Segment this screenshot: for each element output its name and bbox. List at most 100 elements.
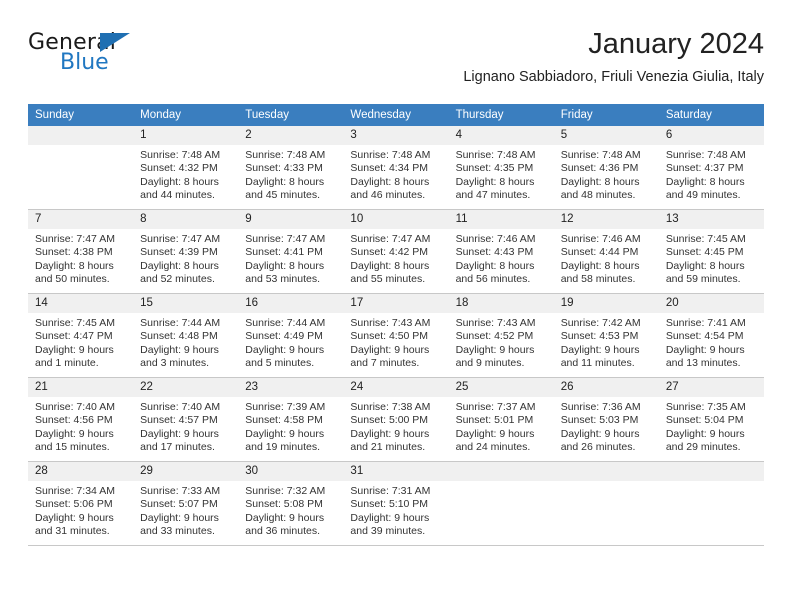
day-number: 22: [133, 378, 239, 397]
calendar-day-cell[interactable]: 19 Sunrise: 7:42 AM Sunset: 4:53 PM Dayligh…: [553, 293, 659, 378]
calendar-cell-empty: [658, 461, 764, 546]
sunset-text: Sunset: 4:58 PM: [245, 414, 323, 427]
day-details: Sunrise: 7:43 AM Sunset: 4:52 PM Daylight:…: [449, 313, 554, 371]
day-number: 31: [343, 462, 449, 481]
calendar-page: General Blue January 2024 Lignano Sabbia…: [0, 0, 792, 612]
page-title: January 2024: [588, 28, 764, 60]
day-details: Sunrise: 7:44 AM Sunset: 4:49 PM Daylight:…: [238, 313, 343, 371]
day-details: Sunrise: 7:31 AM Sunset: 5:10 PM Daylight:…: [343, 481, 448, 539]
title-block: January 2024 Lignano Sabbiadoro, Friuli …: [463, 26, 764, 88]
general-blue-logo[interactable]: General Blue: [28, 30, 208, 88]
calendar-day-cell[interactable]: 12 Sunrise: 7:46 AM Sunset: 4:44 PM Dayligh…: [553, 209, 659, 294]
day-details: Sunrise: 7:40 AM Sunset: 4:57 PM Daylight:…: [133, 397, 238, 455]
day-details: Sunrise: 7:47 AM Sunset: 4:38 PM Daylight:…: [28, 229, 133, 287]
daylight-text: Daylight: 8 hours: [665, 259, 745, 272]
sunset-text: Sunset: 5:04 PM: [665, 414, 744, 427]
calendar-day-cell[interactable]: 15 Sunrise: 7:44 AM Sunset: 4:48 PM Dayligh…: [133, 293, 239, 378]
calendar-day-cell[interactable]: 1 Sunrise: 7:48 AM Sunset: 4:32 PM Daylight…: [133, 126, 239, 210]
sunrise-text: Sunrise: 7:32 AM: [245, 485, 326, 497]
sunset-text: Sunset: 4:42 PM: [350, 246, 429, 259]
calendar-day-cell[interactable]: 26 Sunrise: 7:36 AM Sunset: 5:03 PM Dayligh…: [553, 377, 659, 462]
day-details: Sunrise: 7:39 AM Sunset: 4:58 PM Daylight:…: [238, 397, 343, 455]
daylight-text-cont: and 5 minutes.: [245, 357, 315, 370]
sunrise-text: Sunrise: 7:31 AM: [350, 485, 431, 497]
daylight-text: Daylight: 8 hours: [560, 175, 640, 188]
sunset-text: Sunset: 4:52 PM: [455, 330, 534, 343]
calendar-day-cell[interactable]: 6 Sunrise: 7:48 AM Sunset: 4:37 PM Daylight…: [658, 126, 764, 210]
calendar-day-cell[interactable]: 2 Sunrise: 7:48 AM Sunset: 4:33 PM Daylight…: [238, 126, 344, 210]
calendar-day-cell[interactable]: 31 Sunrise: 7:31 AM Sunset: 5:10 PM Dayligh…: [343, 461, 449, 546]
calendar-day-cell[interactable]: 16 Sunrise: 7:44 AM Sunset: 4:49 PM Dayligh…: [238, 293, 344, 378]
day-number: 7: [28, 210, 134, 229]
daylight-text: Daylight: 8 hours: [455, 175, 535, 188]
day-details: Sunrise: 7:48 AM Sunset: 4:34 PM Daylight:…: [343, 145, 448, 203]
daylight-text: Daylight: 8 hours: [350, 175, 430, 188]
calendar-day-cell[interactable]: 3 Sunrise: 7:48 AM Sunset: 4:34 PM Daylight…: [343, 126, 449, 210]
calendar-day-cell[interactable]: 13 Sunrise: 7:45 AM Sunset: 4:45 PM Dayligh…: [658, 209, 764, 294]
sunrise-text: Sunrise: 7:44 AM: [140, 317, 221, 329]
sunrise-text: Sunrise: 7:45 AM: [665, 233, 746, 245]
daylight-text: Daylight: 9 hours: [350, 511, 430, 524]
calendar-day-cell[interactable]: 7 Sunrise: 7:47 AM Sunset: 4:38 PM Daylight…: [28, 209, 134, 294]
day-details: Sunrise: 7:35 AM Sunset: 5:04 PM Daylight:…: [659, 397, 764, 455]
sunset-text: Sunset: 4:48 PM: [140, 330, 218, 343]
daylight-text: Daylight: 9 hours: [560, 343, 640, 356]
daylight-text: Daylight: 8 hours: [140, 175, 219, 188]
day-number: 25: [448, 378, 554, 397]
calendar-cell-empty: [448, 461, 554, 546]
calendar-day-cell[interactable]: 17 Sunrise: 7:43 AM Sunset: 4:50 PM Dayligh…: [343, 293, 449, 378]
calendar-day-cell[interactable]: 25 Sunrise: 7:37 AM Sunset: 5:01 PM Dayligh…: [448, 377, 554, 462]
sunrise-text: Sunrise: 7:48 AM: [350, 149, 431, 161]
calendar-day-cell[interactable]: 22 Sunrise: 7:40 AM Sunset: 4:57 PM Dayligh…: [133, 377, 239, 462]
day-number: 20: [658, 294, 764, 313]
calendar-day-cell[interactable]: 23 Sunrise: 7:39 AM Sunset: 4:58 PM Dayligh…: [238, 377, 344, 462]
sunset-text: Sunset: 4:36 PM: [560, 162, 639, 175]
calendar-day-cell[interactable]: 10 Sunrise: 7:47 AM Sunset: 4:42 PM Dayligh…: [343, 209, 449, 294]
calendar-day-cell[interactable]: 30 Sunrise: 7:32 AM Sunset: 5:08 PM Dayligh…: [238, 461, 344, 546]
calendar-day-cell[interactable]: 11 Sunrise: 7:46 AM Sunset: 4:43 PM Dayligh…: [448, 209, 554, 294]
daylight-text: Daylight: 9 hours: [455, 427, 535, 440]
sunrise-text: Sunrise: 7:47 AM: [350, 233, 431, 245]
day-details: Sunrise: 7:48 AM Sunset: 4:36 PM Daylight:…: [554, 145, 659, 203]
calendar-day-cell[interactable]: 21 Sunrise: 7:40 AM Sunset: 4:56 PM Dayligh…: [28, 377, 134, 462]
sunrise-text: Sunrise: 7:48 AM: [665, 149, 746, 161]
calendar-day-cell[interactable]: 5 Sunrise: 7:48 AM Sunset: 4:36 PM Daylight…: [553, 126, 659, 210]
day-details: Sunrise: 7:47 AM Sunset: 4:41 PM Daylight:…: [238, 229, 343, 287]
day-number: 10: [343, 210, 449, 229]
calendar-day-cell[interactable]: 18 Sunrise: 7:43 AM Sunset: 4:52 PM Dayligh…: [448, 293, 554, 378]
sunrise-text: Sunrise: 7:48 AM: [560, 149, 641, 161]
calendar-day-cell[interactable]: 29 Sunrise: 7:33 AM Sunset: 5:07 PM Dayligh…: [133, 461, 239, 546]
daylight-text-cont: and 36 minutes.: [245, 525, 320, 538]
daylight-text: Daylight: 9 hours: [35, 511, 114, 524]
weekday-header-monday: Monday: [133, 104, 239, 126]
daylight-text-cont: and 52 minutes.: [140, 273, 215, 286]
sunrise-text: Sunrise: 7:43 AM: [455, 317, 536, 329]
day-number: 21: [28, 378, 134, 397]
calendar-day-cell[interactable]: 4 Sunrise: 7:48 AM Sunset: 4:35 PM Daylight…: [448, 126, 554, 210]
sunrise-text: Sunrise: 7:43 AM: [350, 317, 431, 329]
day-number: 23: [238, 378, 344, 397]
calendar-day-cell[interactable]: 9 Sunrise: 7:47 AM Sunset: 4:41 PM Daylight…: [238, 209, 344, 294]
day-number: 27: [658, 378, 764, 397]
daylight-text-cont: and 49 minutes.: [665, 189, 741, 202]
sunrise-text: Sunrise: 7:36 AM: [560, 401, 641, 413]
calendar-day-cell[interactable]: 27 Sunrise: 7:35 AM Sunset: 5:04 PM Dayligh…: [658, 377, 764, 462]
daylight-text: Daylight: 9 hours: [245, 511, 325, 524]
day-details: Sunrise: 7:40 AM Sunset: 4:56 PM Daylight:…: [28, 397, 133, 455]
calendar-week-row: 1 Sunrise: 7:48 AM Sunset: 4:32 PM Daylight…: [28, 126, 764, 210]
day-number: [553, 462, 659, 481]
daylight-text-cont: and 46 minutes.: [350, 189, 426, 202]
calendar-week-row: 28 Sunrise: 7:34 AM Sunset: 5:06 PM Dayligh…: [28, 461, 764, 546]
daylight-text-cont: and 1 minute.: [35, 357, 99, 370]
calendar-day-cell[interactable]: 24 Sunrise: 7:38 AM Sunset: 5:00 PM Dayligh…: [343, 377, 449, 462]
day-number: 14: [28, 294, 134, 313]
sunset-text: Sunset: 4:56 PM: [35, 414, 113, 427]
sunset-text: Sunset: 4:37 PM: [665, 162, 744, 175]
calendar-day-cell[interactable]: 28 Sunrise: 7:34 AM Sunset: 5:06 PM Dayligh…: [28, 461, 134, 546]
day-number: 11: [448, 210, 554, 229]
calendar-day-cell[interactable]: 20 Sunrise: 7:41 AM Sunset: 4:54 PM Dayligh…: [658, 293, 764, 378]
calendar-day-cell[interactable]: 8 Sunrise: 7:47 AM Sunset: 4:39 PM Daylight…: [133, 209, 239, 294]
calendar-day-cell[interactable]: 14 Sunrise: 7:45 AM Sunset: 4:47 PM Dayligh…: [28, 293, 134, 378]
day-number: [448, 462, 554, 481]
day-details: Sunrise: 7:42 AM Sunset: 4:53 PM Daylight:…: [554, 313, 659, 371]
